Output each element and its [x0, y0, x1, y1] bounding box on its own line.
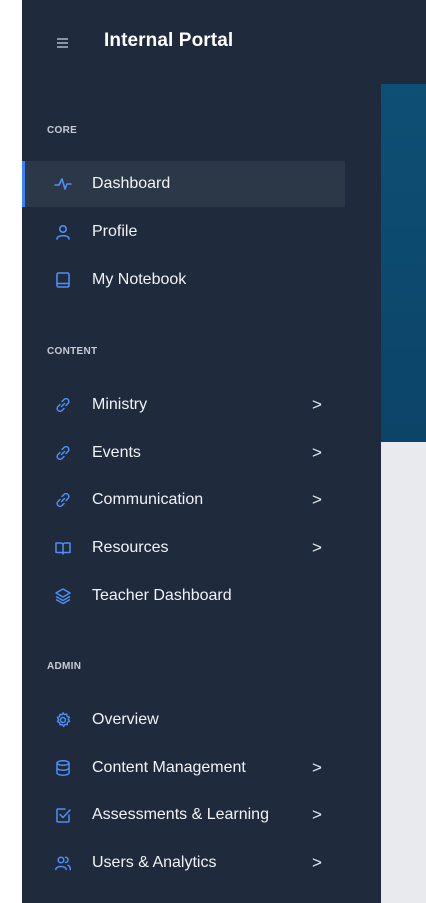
chevron-right-icon: > [312, 490, 322, 509]
page-banner [381, 84, 426, 442]
sidebar-item-label: Assessments & Learning [92, 806, 269, 823]
sidebar-item-dashboard[interactable]: Dashboard [22, 161, 345, 207]
sidebar-item-label: Ministry [92, 396, 148, 413]
sidebar-item-resources[interactable]: Resources > [22, 525, 345, 571]
sidebar-item-teacher-dashboard[interactable]: Teacher Dashboard [22, 573, 345, 619]
chevron-right-icon: > [312, 538, 322, 557]
database-icon [54, 759, 72, 777]
sidebar: Internal Portal CORE Dashboard Profile M… [22, 0, 381, 903]
sidebar-item-overview[interactable]: Overview [22, 697, 345, 743]
chevron-right-icon: > [312, 395, 322, 414]
sidebar-item-label: Profile [92, 223, 138, 240]
section-label-core: CORE [47, 125, 78, 136]
chevron-right-icon: > [312, 443, 322, 462]
sidebar-item-label: Events [92, 444, 141, 461]
sidebar-item-profile[interactable]: Profile [22, 209, 345, 255]
app-frame: Internal Portal CORE Dashboard Profile M… [22, 0, 426, 903]
section-label-content: CONTENT [47, 346, 98, 357]
book-open-icon [54, 539, 72, 557]
sidebar-item-label: Content Management [92, 759, 246, 776]
notebook-icon [54, 271, 72, 289]
sidebar-item-label: Resources [92, 539, 169, 556]
section-label-admin: ADMIN [47, 661, 82, 672]
chevron-right-icon: > [312, 805, 322, 824]
activity-icon [54, 175, 72, 193]
chevron-right-icon: > [312, 853, 322, 872]
sidebar-item-content-management[interactable]: Content Management > [22, 745, 345, 791]
sidebar-item-label: Dashboard [92, 175, 171, 192]
link-icon [54, 491, 72, 509]
sidebar-item-label: Users & Analytics [92, 854, 217, 871]
checkbox-icon [54, 806, 72, 824]
link-icon [54, 396, 72, 414]
sidebar-item-users-analytics[interactable]: Users & Analytics > [22, 840, 345, 886]
sidebar-item-notebook[interactable]: My Notebook [22, 257, 345, 303]
sidebar-header: Internal Portal [22, 0, 381, 84]
link-icon [54, 444, 72, 462]
sidebar-item-label: My Notebook [92, 271, 187, 288]
sidebar-item-assessments[interactable]: Assessments & Learning > [22, 792, 345, 838]
gear-icon [54, 711, 72, 729]
sidebar-item-label: Overview [92, 711, 159, 728]
user-icon [54, 223, 72, 241]
sidebar-item-events[interactable]: Events > [22, 430, 345, 476]
app-title: Internal Portal [104, 30, 234, 51]
chevron-right-icon: > [312, 758, 322, 777]
topbar-area [381, 0, 426, 84]
layers-icon [54, 587, 72, 605]
sidebar-item-label: Communication [92, 491, 204, 508]
main-content [381, 442, 426, 903]
sidebar-item-label: Teacher Dashboard [92, 587, 232, 604]
sidebar-item-ministry[interactable]: Ministry > [22, 382, 345, 428]
menu-icon[interactable] [57, 38, 68, 48]
users-icon [54, 854, 72, 872]
sidebar-item-communication[interactable]: Communication > [22, 477, 345, 523]
